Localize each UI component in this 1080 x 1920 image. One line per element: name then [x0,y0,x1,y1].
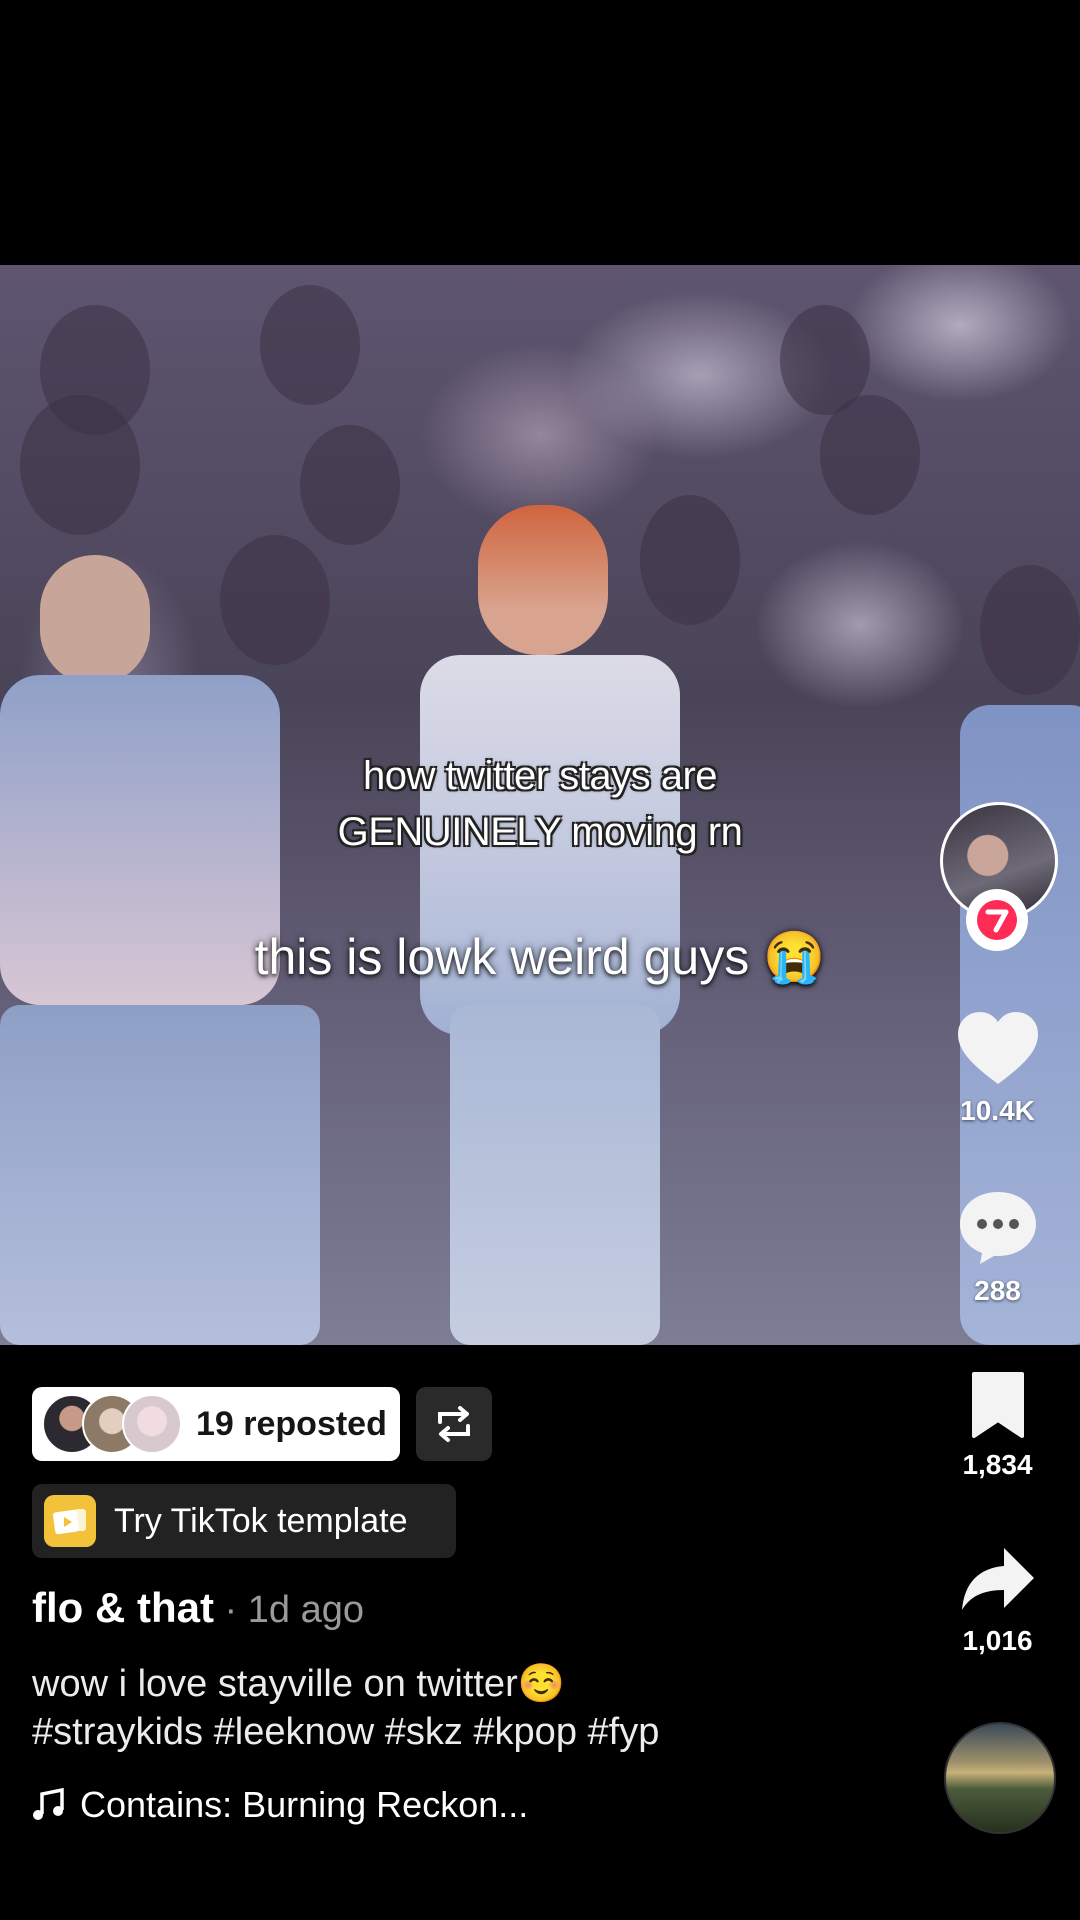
post-description[interactable]: wow i love stayville on twitter☺️ #stray… [32,1660,892,1756]
save-button[interactable]: 1,834 [930,1370,1065,1481]
comment-count: 288 [974,1275,1021,1306]
hashtags[interactable]: #straykids #leeknow #skz #kpop #fyp [32,1708,892,1756]
template-icon [44,1495,96,1547]
repost-button[interactable] [416,1387,492,1461]
left-performer-head [40,555,150,685]
crowd-figure [260,285,360,405]
like-count: 10.4K [960,1095,1035,1126]
share-button[interactable]: 1,016 [930,1544,1065,1657]
like-button[interactable]: 10.4K [930,1010,1065,1127]
try-template-button[interactable]: Try TikTok template [32,1484,456,1558]
share-arrow-icon [961,1548,1034,1610]
crowd-figure [640,495,740,625]
sound-disc[interactable] [944,1722,1056,1834]
comment-button[interactable]: 288 [930,1188,1065,1307]
crowd-figure [980,565,1080,695]
follow-icon [977,900,1017,940]
text-overlay: this is lowk weird guys 😭 [254,929,826,985]
comment-icon [959,1192,1036,1264]
author-line: flo & that · 1d ago [32,1584,364,1632]
performer-legs [450,1005,660,1345]
post-time: · 1d ago [213,1589,364,1631]
author-name[interactable]: flo & that [32,1584,214,1631]
crowd-figure [20,395,140,535]
repost-indicator[interactable]: 19 reposted [32,1387,400,1461]
heart-icon [957,1012,1038,1084]
bookmark-icon [971,1372,1024,1438]
music-note-icon [33,1788,64,1820]
left-performer-legs [0,1005,320,1345]
video-caption-line: how twitter stays are [362,754,718,798]
reposter-avatar [122,1394,182,1454]
repost-label: 19 reposted [196,1404,387,1443]
video-caption-line: GENUINELY moving rn [337,810,743,854]
video-caption: how twitter stays are GENUINELY moving r… [0,748,1080,860]
template-label: Try TikTok template [114,1501,408,1540]
performer-head [478,505,608,655]
follow-button[interactable] [966,889,1028,951]
music-info[interactable]: Contains: Burning Reckon... [32,1784,528,1826]
music-label: Contains: Burning Reckon... [80,1784,529,1825]
crowd-figure [820,395,920,515]
description-text: wow i love stayville on twitter☺️ [32,1663,566,1705]
crowd-figure [300,425,400,545]
crowd-figure [220,535,330,665]
share-count: 1,016 [962,1625,1033,1656]
repost-icon [438,1406,470,1442]
save-count: 1,834 [962,1449,1033,1480]
